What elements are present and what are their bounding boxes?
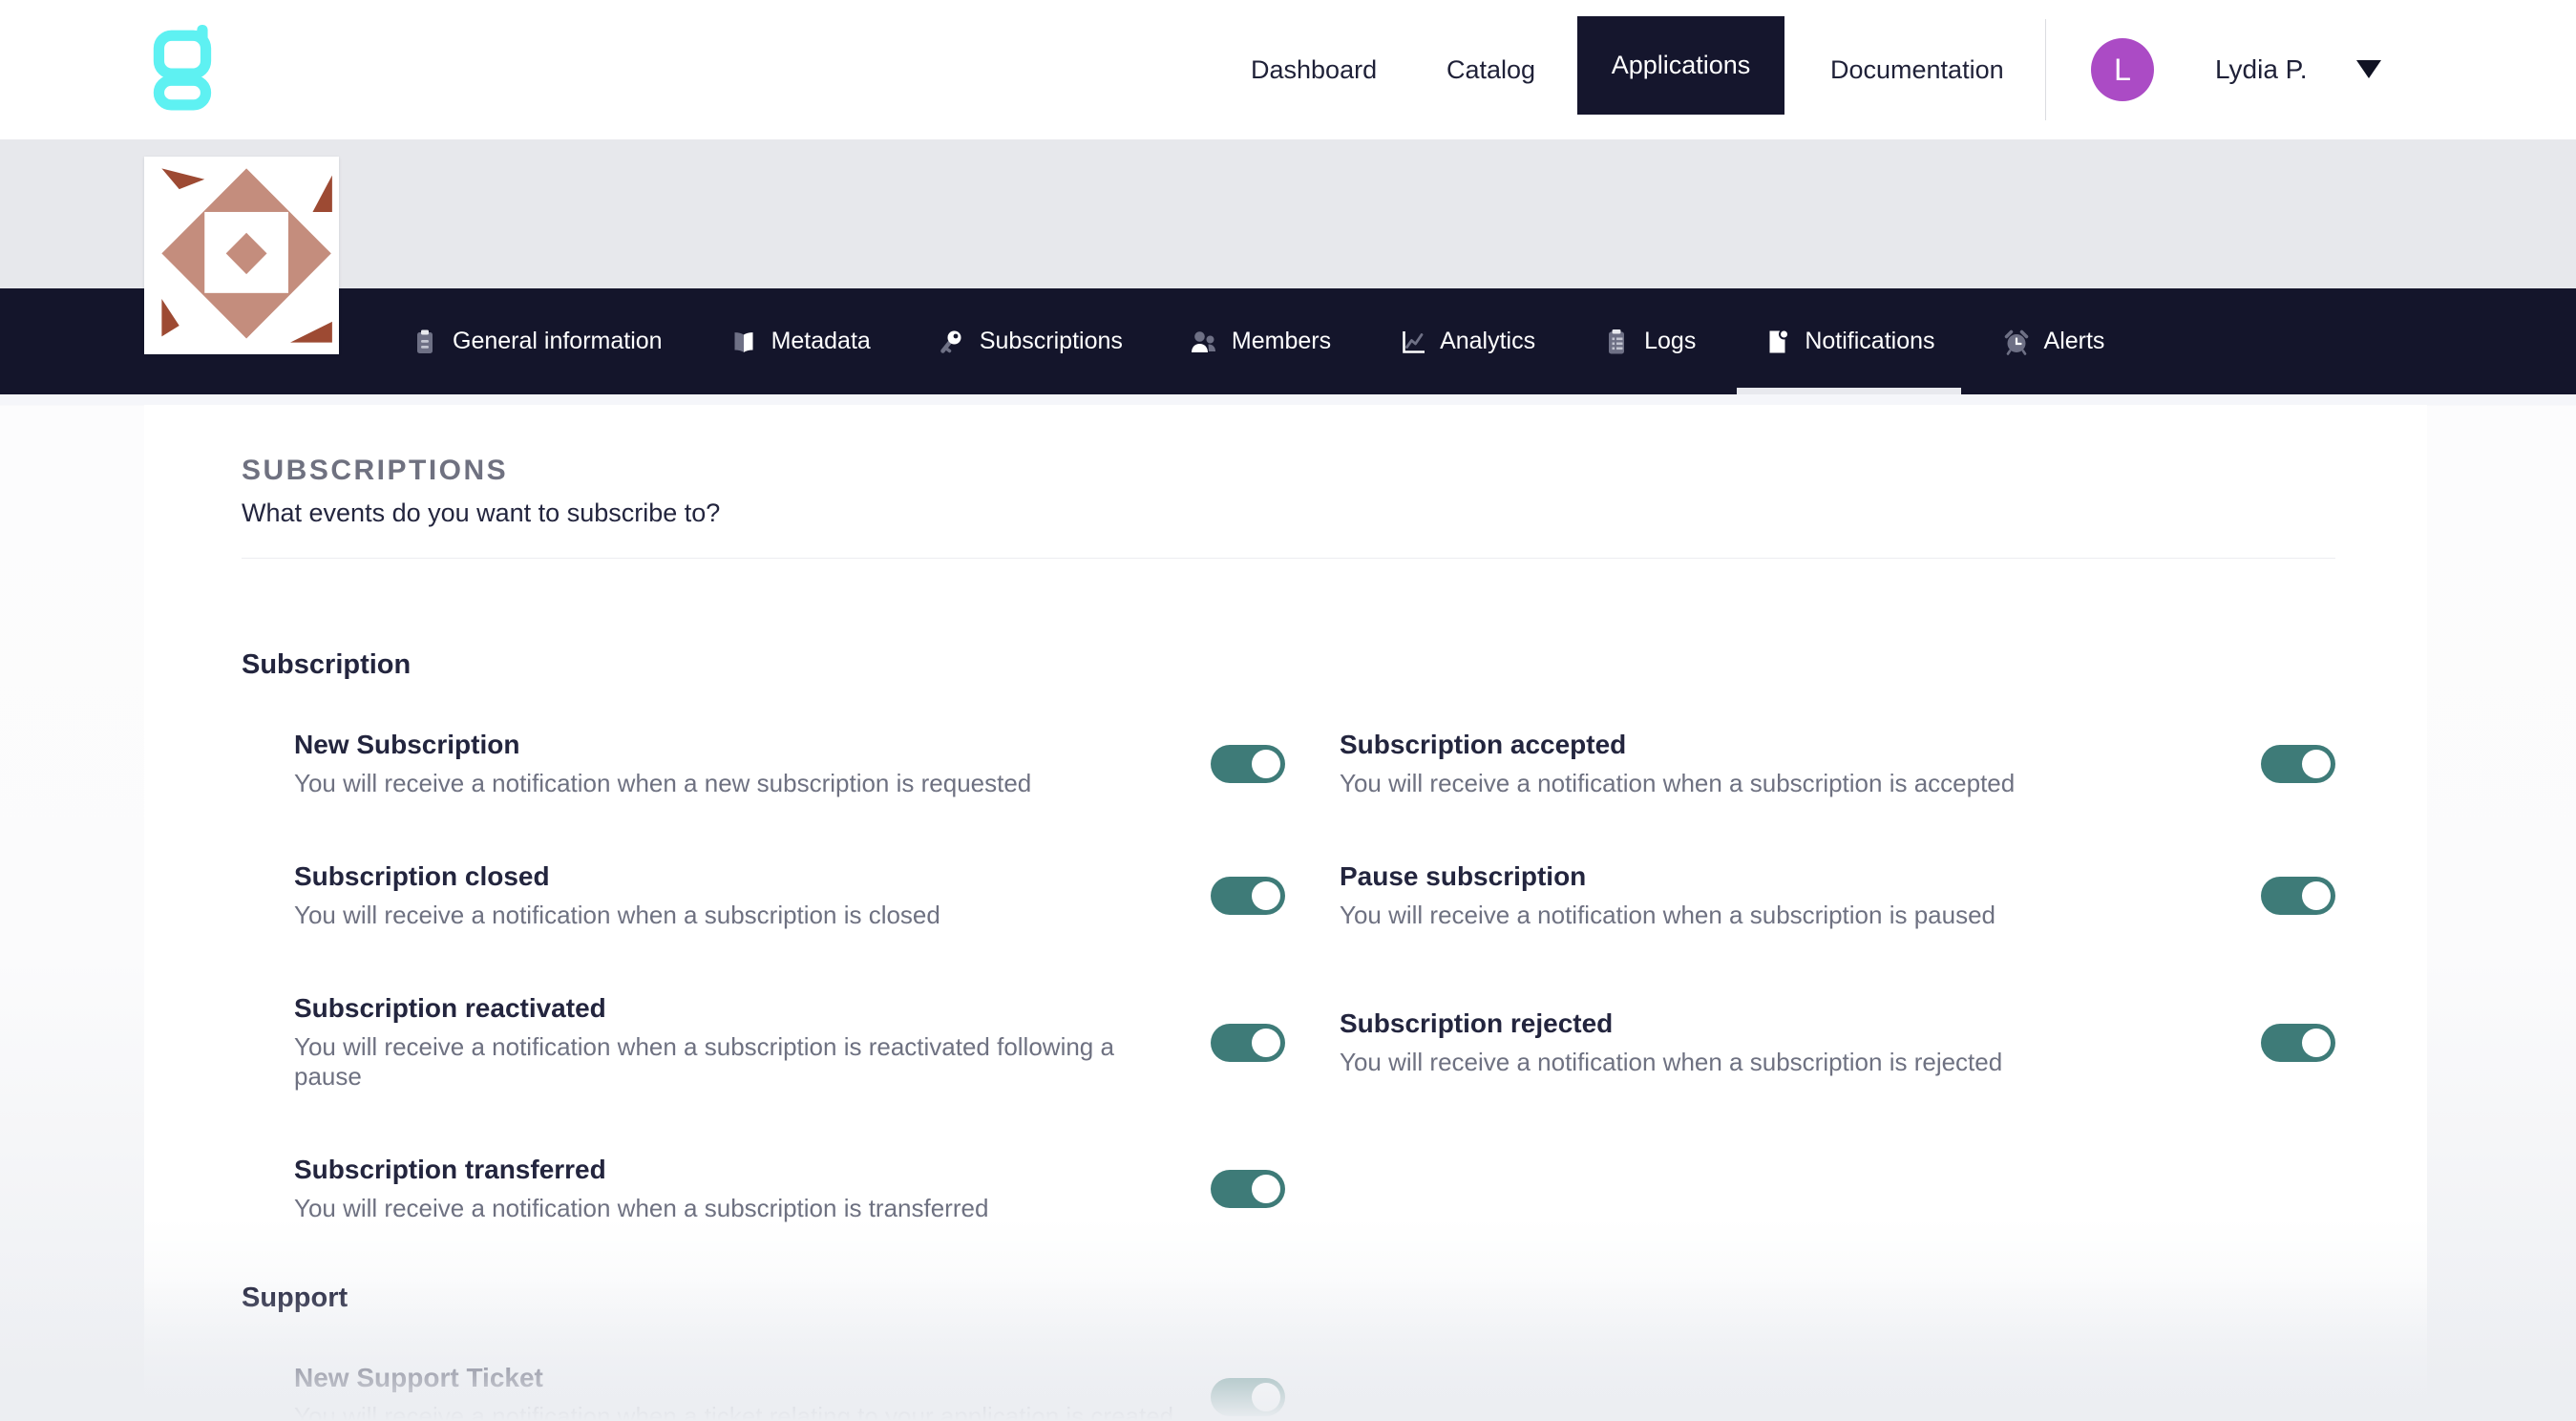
line-chart-icon [1398,328,1426,356]
row-text: Pause subscription You will receive a no… [1340,861,2238,930]
tab-analytics[interactable]: Analytics [1372,288,1561,394]
row-description: You will receive a notification when a s… [1340,769,2238,798]
book-icon [729,328,758,356]
toggle-row-new-support-ticket: New Support Ticket You will receive a no… [242,1363,1285,1421]
toggle-knob [1252,1029,1280,1057]
nav-item-dashboard[interactable]: Dashboard [1251,0,1377,139]
key-icon [938,328,966,356]
tab-label: Metadata [771,328,871,355]
tab-general-information[interactable]: General information [385,288,688,394]
row-text: Subscription accepted You will receive a… [1340,730,2238,798]
application-identicon-avatar [144,157,339,354]
tab-label: Notifications [1805,328,1934,355]
toggle-row-subscription-transferred: Subscription transferred You will receiv… [242,1155,1285,1223]
user-menu-divider [2045,19,2046,120]
row-description: You will receive a notification when a s… [294,1032,1188,1092]
group-heading-support: Support [242,1283,2335,1314]
row-text: New Support Ticket You will receive a no… [294,1363,1188,1421]
toggle-knob [2302,1029,2331,1057]
user-name[interactable]: Lydia P. [2215,0,2308,139]
row-title: New Support Ticket [294,1363,1188,1393]
toggle-row-subscription-rejected: Subscription rejected You will receive a… [1340,993,2335,1092]
toggle-new-support-ticket[interactable] [1211,1378,1285,1416]
tab-label: Alerts [2044,328,2105,355]
row-title: Pause subscription [1340,861,2238,892]
row-text: New Subscription You will receive a noti… [294,730,1188,798]
alarm-clock-icon [2002,328,2031,356]
row-description: You will receive a notification when a s… [1340,901,2238,930]
row-text: Subscription closed You will receive a n… [294,861,1188,930]
support-toggle-grid: New Support Ticket You will receive a no… [242,1363,2335,1421]
empty-grid-cell [1340,1155,2335,1223]
notifications-settings-page: SUBSCRIPTIONS What events do you want to… [0,394,2576,1421]
card-header: SUBSCRIPTIONS What events do you want to… [242,405,2335,559]
nav-item-applications[interactable]: Applications [1577,16,1784,115]
toggle-knob [2302,881,2331,910]
toggle-subscription-transferred[interactable] [1211,1170,1285,1208]
nav-item-catalog[interactable]: Catalog [1446,0,1535,139]
toggle-subscription-reactivated[interactable] [1211,1024,1285,1062]
tab-notifications[interactable]: Notifications [1737,288,1960,394]
tab-label: Members [1232,328,1331,355]
toggle-subscription-rejected[interactable] [2261,1024,2335,1062]
tab-label: Subscriptions [980,328,1123,355]
toggle-knob [1252,1383,1280,1411]
row-title: Subscription accepted [1340,730,2238,760]
page-alert-icon [1763,328,1791,356]
row-text: Subscription rejected You will receive a… [1340,1008,2238,1077]
active-tab-indicator [1737,388,1960,394]
row-description: You will receive a notification when a n… [294,769,1188,798]
people-icon [1190,328,1218,356]
application-header-band: Default application [0,139,2576,288]
toggle-row-subscription-reactivated: Subscription reactivated You will receiv… [242,993,1285,1092]
toggle-knob [1252,750,1280,778]
application-tab-bar: General information Metadata Subscriptio… [0,288,2576,394]
card-heading: SUBSCRIPTIONS [242,455,2335,487]
toggle-knob [2302,750,2331,778]
row-title: Subscription transferred [294,1155,1188,1185]
toggle-knob [1252,1175,1280,1203]
tab-label: Logs [1644,328,1696,355]
row-description: You will receive a notification when a s… [1340,1048,2238,1077]
row-text: Subscription transferred You will receiv… [294,1155,1188,1223]
toggle-row-subscription-closed: Subscription closed You will receive a n… [242,861,1285,930]
toggle-row-new-subscription: New Subscription You will receive a noti… [242,730,1285,798]
toggle-row-subscription-accepted: Subscription accepted You will receive a… [1340,730,2335,798]
row-description: You will receive a notification when a t… [294,1402,1188,1421]
row-title: New Subscription [294,730,1188,760]
group-heading-subscription: Subscription [242,649,2335,681]
toggle-row-pause-subscription: Pause subscription You will receive a no… [1340,861,2335,930]
tab-alerts[interactable]: Alerts [1976,288,2131,394]
toggle-pause-subscription[interactable] [2261,877,2335,915]
row-text: Subscription reactivated You will receiv… [294,993,1188,1092]
row-title: Subscription reactivated [294,993,1188,1024]
tab-members[interactable]: Members [1164,288,1357,394]
row-title: Subscription closed [294,861,1188,892]
tab-label: Analytics [1440,328,1535,355]
tab-logs[interactable]: Logs [1576,288,1721,394]
subscription-toggle-grid: New Subscription You will receive a noti… [242,730,2335,1223]
top-navigation-bar: Dashboard Catalog Applications Documenta… [0,0,2576,139]
subscriptions-settings-card: SUBSCRIPTIONS What events do you want to… [144,405,2427,1421]
row-title: Subscription rejected [1340,1008,2238,1039]
row-description: You will receive a notification when a s… [294,901,1188,930]
toggle-subscription-accepted[interactable] [2261,745,2335,783]
tab-label: General information [453,328,663,355]
gravitee-logo-icon[interactable] [153,25,214,111]
nav-item-documentation[interactable]: Documentation [1830,0,2004,139]
card-subheading: What events do you want to subscribe to? [242,498,2335,528]
tab-metadata[interactable]: Metadata [704,288,897,394]
toggle-subscription-closed[interactable] [1211,877,1285,915]
row-description: You will receive a notification when a s… [294,1194,1188,1223]
empty-grid-cell [1340,1363,2335,1421]
toggle-new-subscription[interactable] [1211,745,1285,783]
clipboard-icon [411,328,439,356]
chevron-down-icon[interactable] [2356,60,2381,78]
toggle-knob [1252,881,1280,910]
user-avatar[interactable]: L [2091,38,2154,101]
tab-subscriptions[interactable]: Subscriptions [912,288,1149,394]
list-clipboard-icon [1602,328,1631,356]
app-root: Dashboard Catalog Applications Documenta… [0,0,2576,1421]
